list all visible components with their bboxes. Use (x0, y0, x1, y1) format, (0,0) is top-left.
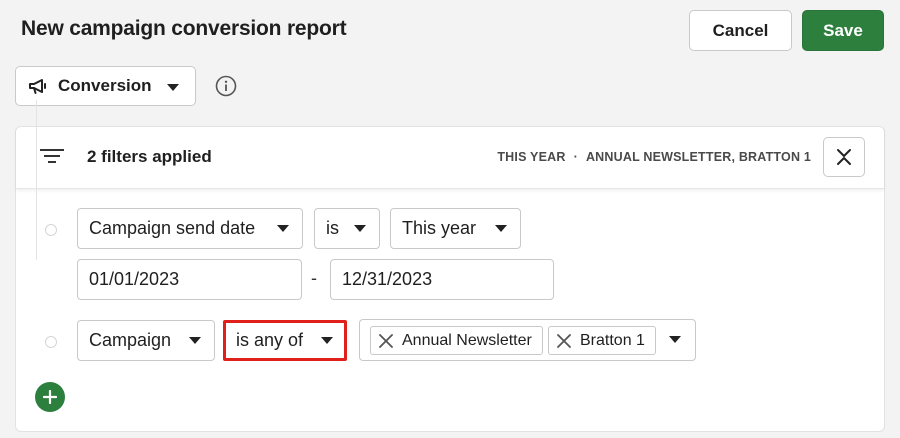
filter-2-value-multiselect[interactable]: Annual Newsletter Bratton 1 (359, 319, 696, 361)
report-type-label: Conversion (58, 76, 152, 95)
collapse-icon (837, 149, 851, 165)
chevron-down-icon[interactable] (669, 336, 681, 343)
filter-node-1 (45, 224, 57, 236)
filter-icon (40, 149, 64, 163)
filters-summary: THIS YEAR · ANNUAL NEWSLETTER, BRATTON 1 (497, 150, 811, 164)
selected-chip-annual-newsletter: Annual Newsletter (370, 326, 543, 355)
report-type-dropdown[interactable]: Conversion (15, 66, 196, 106)
filter-2-field-label: Campaign (89, 330, 172, 350)
filter-2-operator-dropdown[interactable]: is any of (223, 320, 347, 361)
info-icon[interactable] (215, 75, 237, 97)
save-button[interactable]: Save (802, 10, 884, 51)
chevron-down-icon (167, 84, 179, 91)
date-range-separator: - (311, 268, 317, 288)
page-title: New campaign conversion report (21, 17, 347, 40)
selected-chip-bratton-1: Bratton 1 (548, 326, 656, 355)
filter-1-field-label: Campaign send date (89, 218, 256, 238)
chevron-down-icon (354, 225, 366, 232)
filters-panel-header: 2 filters applied THIS YEAR · ANNUAL NEWSL… (16, 127, 884, 189)
remove-chip-icon[interactable] (379, 333, 393, 348)
filter-1-value-label: This year (402, 218, 477, 238)
filter-timeline-line (36, 100, 37, 260)
summary-period: THIS YEAR (497, 150, 566, 164)
add-filter-button[interactable] (35, 382, 65, 412)
end-date-input[interactable]: 12/31/2023 (330, 259, 554, 300)
chevron-down-icon (321, 337, 333, 344)
chevron-down-icon (189, 337, 201, 344)
remove-chip-icon[interactable] (557, 333, 571, 348)
filter-1-operator-dropdown[interactable]: is (314, 208, 380, 249)
summary-separator: · (573, 150, 578, 164)
cancel-button[interactable]: Cancel (689, 10, 792, 51)
chip-label: Bratton 1 (580, 331, 645, 349)
filter-node-2 (45, 336, 57, 348)
summary-campaigns: ANNUAL NEWSLETTER, BRATTON 1 (585, 150, 811, 164)
chevron-down-icon (495, 225, 507, 232)
collapse-filters-button[interactable] (823, 137, 865, 177)
filter-1-value-dropdown[interactable]: This year (390, 208, 521, 249)
megaphone-icon (29, 79, 46, 94)
filter-1-operator-label: is (326, 218, 339, 238)
filter-2-operator-label: is any of (236, 330, 304, 350)
chip-label: Annual Newsletter (402, 331, 532, 349)
filter-2-field-dropdown[interactable]: Campaign (77, 320, 215, 361)
filters-applied-count: 2 filters applied (87, 147, 212, 166)
plus-icon (43, 390, 57, 404)
filter-1-field-dropdown[interactable]: Campaign send date (77, 208, 303, 249)
chevron-down-icon (277, 225, 289, 232)
start-date-input[interactable]: 01/01/2023 (77, 259, 302, 300)
